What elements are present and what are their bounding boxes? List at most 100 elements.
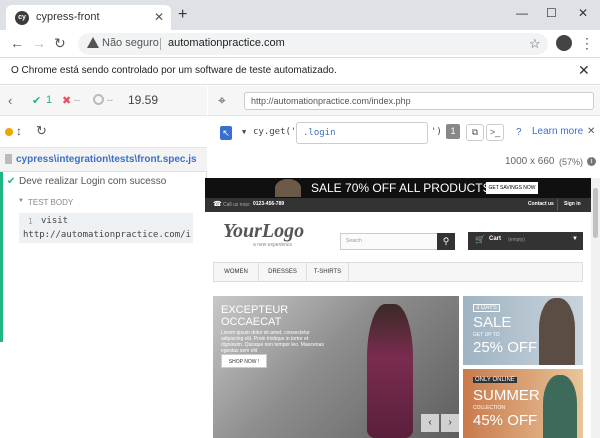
logo-tagline: a new experience bbox=[253, 242, 293, 248]
call-label: Call us now: bbox=[223, 202, 251, 208]
contact-link[interactable]: Contact us bbox=[528, 201, 554, 207]
shop-now-button[interactable]: SHOP NOW ! bbox=[221, 354, 267, 368]
pending-count: -- bbox=[107, 95, 113, 105]
menu-dresses[interactable]: DRESSES bbox=[259, 263, 307, 281]
warning-icon bbox=[87, 37, 99, 48]
promo2-sub: COLLECTION bbox=[473, 405, 505, 411]
command-log-item[interactable]: 1 visit http://automationpractice.com/in… bbox=[19, 213, 193, 243]
close-playground-icon[interactable]: ✕ bbox=[587, 126, 595, 137]
cart-block[interactable]: 🛒 Cart (empty) ▼ bbox=[468, 232, 583, 250]
copy-icon[interactable]: ⧉ bbox=[466, 124, 484, 141]
help-icon[interactable]: ? bbox=[516, 127, 522, 138]
learn-more-link[interactable]: Learn more bbox=[532, 126, 583, 137]
slider-next-icon[interactable]: › bbox=[441, 414, 459, 432]
aut-url-field[interactable]: http://automationpractice.com/index.php bbox=[244, 92, 594, 110]
promo2-title: SUMMER bbox=[473, 387, 540, 404]
maximize-icon[interactable]: ☐ bbox=[546, 6, 557, 20]
slide-title-2: OCCAECAT bbox=[221, 316, 282, 328]
failed-count: -- bbox=[74, 95, 80, 105]
promo-sale-block[interactable]: 3 DAYS SALE GET UP TO 25% OFF bbox=[463, 296, 583, 365]
site-nav-bar: ☎ Call us now: 0123-456-789 Contact us S… bbox=[205, 198, 591, 212]
scrollbar-thumb[interactable] bbox=[593, 188, 598, 238]
site-search-icon[interactable]: ⚲ bbox=[437, 233, 455, 250]
divider bbox=[160, 38, 161, 50]
command-number: 1 bbox=[28, 217, 33, 226]
insecure-label: Não seguro bbox=[102, 37, 159, 49]
close-window-icon[interactable]: ✕ bbox=[578, 6, 588, 20]
test-title[interactable]: Deve realizar Login com sucesso bbox=[19, 176, 166, 187]
close-tab-icon[interactable]: ✕ bbox=[154, 10, 164, 24]
command-name: visit bbox=[41, 216, 69, 226]
bookmark-star-icon[interactable]: ☆ bbox=[529, 36, 541, 52]
reporter-stats: ‹ ✔ 1 ✖ -- -- 19.59 bbox=[0, 86, 207, 116]
back-icon[interactable]: ← bbox=[10, 36, 24, 50]
promo2-tag: ONLY ONLINE bbox=[473, 377, 517, 383]
banner-text: SALE 70% OFF ALL PRODUCTS bbox=[311, 181, 491, 195]
pending-circle-icon bbox=[93, 94, 104, 105]
pointer-icon[interactable]: ↖ bbox=[220, 126, 232, 140]
promo1-off: 25% OFF bbox=[473, 339, 538, 356]
viewport-info: 1000 x 660 (57%) i bbox=[208, 150, 600, 178]
promo-summer-block[interactable]: ONLY ONLINE SUMMER COLLECTION 45% OFF bbox=[463, 369, 583, 438]
tab-title: cypress-front bbox=[36, 11, 100, 23]
minimize-icon[interactable]: — bbox=[516, 6, 528, 20]
rerun-icon[interactable]: ↻ bbox=[36, 123, 47, 139]
info-icon[interactable]: i bbox=[587, 157, 596, 166]
match-count-badge: 1 bbox=[446, 124, 460, 139]
command-arg: http://automationpractice.com/index… bbox=[23, 230, 191, 240]
slider-prev-icon[interactable]: ‹ bbox=[421, 414, 439, 432]
profile-avatar-icon[interactable] bbox=[556, 35, 572, 51]
test-body-label: TEST BODY bbox=[28, 198, 74, 207]
reporter-panel: ‹ ✔ 1 ✖ -- -- 19.59 ↕ ↻ cypress\integrat… bbox=[0, 86, 207, 438]
spec-file-bar: cypress\integration\tests\front.spec.js bbox=[0, 148, 207, 172]
address-bar[interactable]: Não seguro automationpractice.com ☆ bbox=[78, 33, 548, 55]
browser-toolbar: ← → ↻ Não seguro automationpractice.com … bbox=[0, 30, 600, 58]
phone-number: 0123-456-789 bbox=[253, 201, 285, 207]
address-url[interactable]: automationpractice.com bbox=[168, 37, 285, 49]
aut-header: ⌖ http://automationpractice.com/index.ph… bbox=[208, 86, 600, 116]
menu-tshirts[interactable]: T-SHIRTS bbox=[307, 263, 349, 281]
cart-empty: (empty) bbox=[508, 237, 525, 243]
reporter-controls: ↕ ↻ bbox=[0, 116, 207, 148]
aut-scrollbar[interactable] bbox=[591, 178, 600, 438]
print-console-icon[interactable]: >_ bbox=[486, 124, 504, 141]
site-menu: WOMEN DRESSES T-SHIRTS bbox=[213, 262, 583, 282]
menu-women[interactable]: WOMEN bbox=[214, 263, 259, 281]
selector-playground-crosshair-icon[interactable]: ⌖ bbox=[218, 92, 226, 109]
test-item[interactable]: ✔ Deve realizar Login com sucesso ▼ TEST… bbox=[0, 172, 207, 342]
viewport-size: 1000 x 660 bbox=[505, 156, 555, 167]
slide-text: Lorem ipsum dolor sit amet, consectetur … bbox=[221, 330, 324, 354]
infobar-close-icon[interactable]: ✕ bbox=[578, 62, 590, 79]
method-caret-icon[interactable]: ▼ bbox=[242, 128, 246, 136]
cart-icon: 🛒 bbox=[475, 235, 485, 244]
browser-titlebar: cy cypress-front ✕ + — ☐ ✕ bbox=[0, 0, 600, 30]
selector-value[interactable]: .login bbox=[303, 128, 336, 138]
spec-path[interactable]: cypress\integration\tests\front.spec.js bbox=[16, 154, 197, 165]
homepage-slider[interactable]: EXCEPTEUR OCCAECAT Lorem ipsum dolor sit… bbox=[213, 296, 459, 438]
nav-divider bbox=[557, 199, 558, 211]
file-icon bbox=[5, 154, 12, 164]
signin-link[interactable]: Sign in bbox=[564, 201, 581, 207]
reload-icon[interactable]: ↻ bbox=[54, 36, 66, 50]
browser-tab[interactable]: cy cypress-front ✕ bbox=[6, 5, 171, 30]
promo1-title: SALE bbox=[473, 314, 512, 331]
autoscroll-arrows-icon[interactable]: ↕ bbox=[16, 124, 22, 138]
caret-down-icon: ▼ bbox=[18, 198, 24, 204]
get-savings-button[interactable]: GET SAVINGS NOW bbox=[486, 182, 538, 194]
promo2-model-image bbox=[543, 375, 577, 438]
sale-banner[interactable]: SALE 70% OFF ALL PRODUCTS GET SAVINGS NO… bbox=[205, 178, 591, 198]
chevron-left-icon[interactable]: ‹ bbox=[8, 93, 12, 108]
status-dot-icon bbox=[5, 128, 13, 136]
slider-model-image bbox=[367, 304, 413, 438]
selector-input[interactable]: .login bbox=[296, 122, 428, 144]
site-logo[interactable]: YourLogo bbox=[223, 220, 304, 243]
passed-count: 1 bbox=[46, 94, 53, 106]
cypress-favicon-icon: cy bbox=[15, 11, 29, 25]
promo1-tag: 3 DAYS bbox=[473, 304, 500, 312]
aut-iframe: SALE 70% OFF ALL PRODUCTS GET SAVINGS NO… bbox=[205, 178, 591, 438]
run-duration: 19.59 bbox=[128, 93, 159, 107]
banner-model-image bbox=[275, 179, 301, 197]
forward-icon[interactable]: → bbox=[32, 36, 46, 50]
menu-kebab-icon[interactable]: ⋮ bbox=[580, 35, 594, 52]
new-tab-icon[interactable]: + bbox=[178, 7, 187, 23]
